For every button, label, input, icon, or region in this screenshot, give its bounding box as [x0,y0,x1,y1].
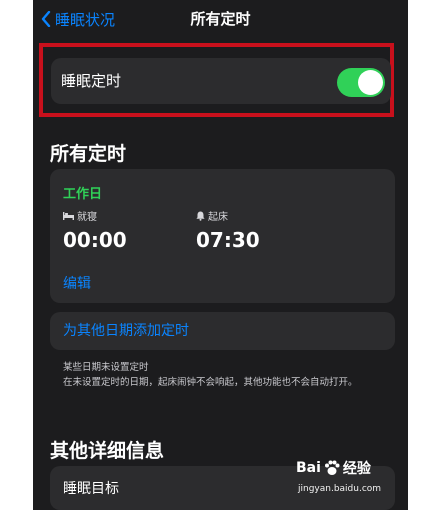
logo-text: Bai [296,460,321,476]
schedule-footnote: 某些日期未设置定时 在未设置定时的日期，起床闹钟不会响起，其他功能也不会自动打开… [63,360,383,390]
footnote-title: 某些日期未设置定时 [63,362,149,373]
bell-icon [196,211,205,221]
wake-label-row: 起床 [196,208,260,223]
paw-icon [324,460,340,475]
details-section-header: 其他详细信息 [50,440,165,462]
add-schedule-link[interactable]: 为其他日期添加定时 [63,312,189,350]
sleep-schedule-toggle[interactable] [337,68,385,97]
edit-schedule-link[interactable]: 编辑 [63,273,91,293]
sleep-schedule-row: 睡眠定时 [51,58,391,104]
phone-screen: 睡眠状况 所有定时 睡眠定时 所有定时 工作日 就寝 00:00 起床 07:3… [33,0,408,510]
baidu-watermark: Bai 经验 jingyan.baidu.com [296,458,406,502]
bedtime-block: 就寝 00:00 [63,208,127,252]
watermark-url: jingyan.baidu.com [298,484,382,494]
schedule-card[interactable]: 工作日 就寝 00:00 起床 07:30 编辑 [50,169,395,303]
footnote-body: 在未设置定时的日期，起床闹钟不会响起，其他功能也不会自动打开。 [63,377,358,388]
logo-suffix: 经验 [342,461,371,477]
toggle-knob [358,70,383,95]
bedtime-label-row: 就寝 [63,208,127,223]
add-schedule-card[interactable]: 为其他日期添加定时 [50,312,395,350]
schedule-name: 工作日 [63,187,103,202]
baidu-logo: Bai 经验 [296,458,371,478]
sleep-schedule-label: 睡眠定时 [61,72,122,90]
nav-bar: 睡眠状况 所有定时 [33,0,408,36]
wake-block: 起床 07:30 [196,208,260,252]
bedtime-label: 就寝 [77,212,97,223]
wake-value: 07:30 [196,228,260,252]
schedules-section-header: 所有定时 [50,143,127,165]
bed-icon [63,211,74,220]
page-title: 所有定时 [190,10,251,28]
bedtime-value: 00:00 [63,228,127,252]
sleep-goal-label: 睡眠目标 [63,481,119,497]
wake-label: 起床 [208,212,228,223]
